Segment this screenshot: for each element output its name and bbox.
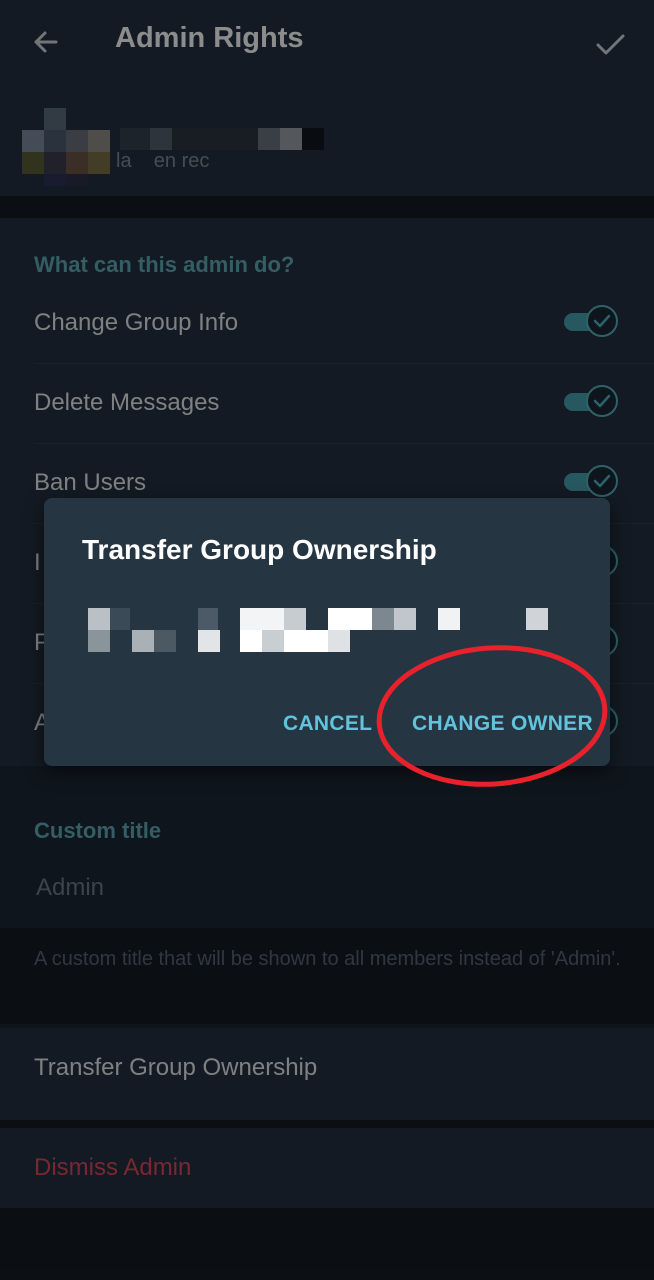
dialog-title: Transfer Group Ownership — [82, 534, 437, 565]
cancel-button[interactable]: CANCEL — [283, 712, 372, 736]
admin-rights-screen: Admin Rights la en rec What can this adm… — [0, 0, 654, 1280]
highlight-circle-annotation — [376, 645, 608, 787]
